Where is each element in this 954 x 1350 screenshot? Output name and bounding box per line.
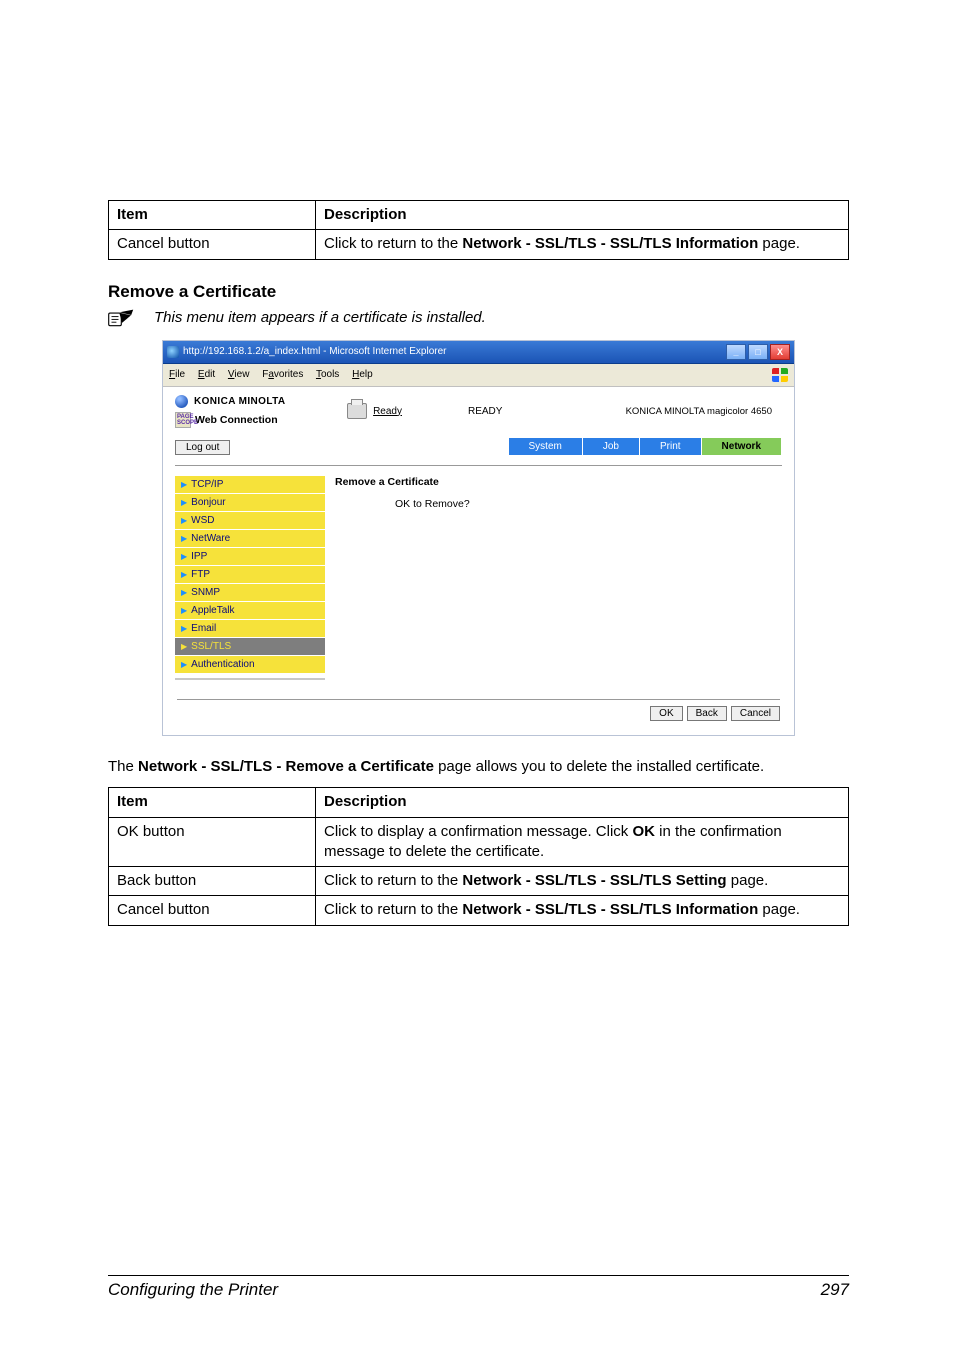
text: Click to return to the [324, 901, 462, 918]
bold-text: Network - SSL/TLS - Remove a Certificate [138, 758, 434, 775]
cell-description: Click to return to the Network - SSL/TLS… [316, 867, 849, 896]
menu-tools[interactable]: Tools [316, 369, 339, 380]
ready-status: READY [468, 406, 502, 417]
sidebar-item-tcpip[interactable]: ▶TCP/IP [175, 476, 325, 494]
sidebar-item-appletalk[interactable]: ▶AppleTalk [175, 602, 325, 620]
sidebar-item-wsd[interactable]: ▶WSD [175, 512, 325, 530]
cell-item: Back button [109, 867, 316, 896]
side-menu: ▶TCP/IP ▶Bonjour ▶WSD ▶NetWare ▶IPP ▶FTP… [175, 476, 325, 680]
page-number: 297 [821, 1280, 849, 1300]
content-body-text: OK to Remove? [335, 498, 782, 510]
minimize-button[interactable]: _ [726, 344, 746, 360]
logout-button[interactable]: Log out [175, 440, 230, 455]
ready-link[interactable]: Ready [373, 406, 402, 417]
cell-description: Click to display a confirmation message.… [316, 817, 849, 867]
menu-favorites[interactable]: Favorites [262, 369, 303, 380]
bold-text: Network - SSL/TLS - SSL/TLS Information [462, 901, 758, 918]
page-footer: Configuring the Printer 297 [108, 1275, 849, 1300]
text: page. [758, 901, 800, 918]
sidebar-item-label: FTP [191, 569, 210, 580]
text: page allows you to delete the installed … [434, 758, 764, 775]
sidebar-item-authentication[interactable]: ▶Authentication [175, 656, 325, 674]
sidebar-item-ipp[interactable]: ▶IPP [175, 548, 325, 566]
screenshot-browser-window: http://192.168.1.2/a_index.html - Micros… [162, 340, 795, 736]
footer-title: Configuring the Printer [108, 1280, 278, 1300]
tab-network[interactable]: Network [702, 438, 782, 455]
note-icon [108, 308, 136, 328]
pagescope-icon: PAGE SCOPE [175, 412, 191, 428]
cancel-button[interactable]: Cancel [731, 706, 780, 721]
sidebar-item-label: IPP [191, 551, 207, 562]
cell-item: OK button [109, 817, 316, 867]
brand-name: KONICA MINOLTA [194, 396, 286, 407]
sidebar-item-label: Authentication [191, 659, 254, 670]
text: The [108, 758, 138, 775]
cell-item: Cancel button [109, 896, 316, 925]
sidebar-endline [175, 678, 325, 680]
text: Click to display a confirmation message.… [324, 823, 632, 840]
bold-text: OK [632, 823, 655, 840]
remove-certificate-table: Item Description OK button Click to disp… [108, 787, 849, 925]
bold-text: Network - SSL/TLS - SSL/TLS Setting [462, 872, 726, 889]
sidebar-item-label: AppleTalk [191, 605, 234, 616]
table-head-item: Item [109, 788, 316, 817]
close-button[interactable]: X [770, 344, 790, 360]
menu-view[interactable]: View [228, 369, 250, 380]
footer-divider [177, 699, 780, 700]
cell-item: Cancel button [109, 230, 316, 259]
maximize-button[interactable]: □ [748, 344, 768, 360]
tab-print[interactable]: Print [640, 438, 702, 455]
table-row: Back button Click to return to the Netwo… [109, 867, 849, 896]
menu-file[interactable]: File [169, 369, 185, 380]
sidebar-item-label: NetWare [191, 533, 230, 544]
sidebar-item-label: TCP/IP [191, 479, 223, 490]
table-row: OK button Click to display a confirmatio… [109, 817, 849, 867]
sidebar-item-label: Bonjour [191, 497, 225, 508]
cell-description: Click to return to the Network - SSL/TLS… [316, 230, 849, 259]
text: page. [758, 235, 800, 252]
note-row: This menu item appears if a certificate … [108, 308, 849, 328]
sidebar-item-snmp[interactable]: ▶SNMP [175, 584, 325, 602]
section-heading-remove-certificate: Remove a Certificate [108, 282, 849, 302]
window-titlebar: http://192.168.1.2/a_index.html - Micros… [163, 341, 794, 364]
ok-button[interactable]: OK [650, 706, 682, 721]
sidebar-item-bonjour[interactable]: ▶Bonjour [175, 494, 325, 512]
table-row: Cancel button Click to return to the Net… [109, 230, 849, 259]
menu-items: File Edit View Favorites Tools Help [169, 369, 383, 380]
note-text: This menu item appears if a certificate … [154, 309, 486, 326]
menu-edit[interactable]: Edit [198, 369, 215, 380]
text: Click to return to the [324, 872, 462, 889]
sidebar-item-label: SNMP [191, 587, 220, 598]
tab-job[interactable]: Job [583, 438, 640, 455]
text: Click to return to the [324, 235, 462, 252]
windows-flag-icon [772, 368, 788, 382]
menu-help[interactable]: Help [352, 369, 373, 380]
cell-description: Click to return to the Network - SSL/TLS… [316, 896, 849, 925]
bold-text: Network - SSL/TLS - SSL/TLS Information [462, 235, 758, 252]
sidebar-item-label: WSD [191, 515, 214, 526]
table-head-description: Description [316, 201, 849, 230]
network-cancel-table: Item Description Cancel button Click to … [108, 200, 849, 260]
back-button[interactable]: Back [687, 706, 727, 721]
text: page. [727, 872, 769, 889]
sidebar-item-ftp[interactable]: ▶FTP [175, 566, 325, 584]
web-connection-label: Web Connection [195, 414, 278, 426]
model-name: KONICA MINOLTA magicolor 4650 [564, 406, 782, 417]
content-title: Remove a Certificate [335, 476, 782, 488]
body-paragraph: The Network - SSL/TLS - Remove a Certifi… [108, 756, 849, 778]
menubar: File Edit View Favorites Tools Help [163, 364, 794, 387]
km-logo-icon [175, 395, 188, 408]
sidebar-item-label: SSL/TLS [191, 641, 231, 652]
ie-icon [167, 346, 179, 358]
sidebar-item-label: Email [191, 623, 216, 634]
sidebar-item-ssltls[interactable]: ▶SSL/TLS [175, 638, 325, 656]
table-row: Cancel button Click to return to the Net… [109, 896, 849, 925]
tab-system[interactable]: System [509, 438, 583, 455]
printer-icon [347, 403, 367, 419]
window-title: http://192.168.1.2/a_index.html - Micros… [183, 346, 446, 357]
table-head-description: Description [316, 788, 849, 817]
sidebar-item-netware[interactable]: ▶NetWare [175, 530, 325, 548]
table-head-item: Item [109, 201, 316, 230]
sidebar-item-email[interactable]: ▶Email [175, 620, 325, 638]
